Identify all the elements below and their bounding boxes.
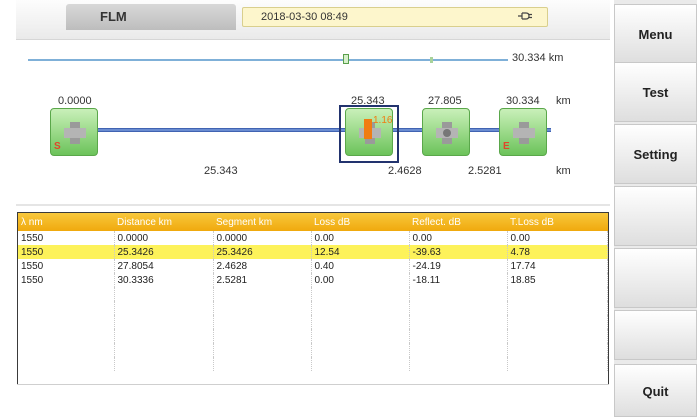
cell-loss: 0.00 xyxy=(311,231,410,245)
cell-segment: 25.3426 xyxy=(213,245,312,259)
column-header-reflect[interactable]: Reflect. dB xyxy=(409,213,507,231)
cell-distance: 30.3336 xyxy=(114,273,214,287)
datetime-display: 2018-03-30 08:49 xyxy=(242,7,548,27)
blank-button-2[interactable] xyxy=(614,248,697,308)
sidebar-menu: Menu Test Setting Quit xyxy=(614,0,697,417)
position-label-end: 30.334 xyxy=(506,95,540,107)
cell-loss: 0.40 xyxy=(311,259,410,273)
connector-event-icon xyxy=(436,122,458,144)
table-row-empty xyxy=(18,301,608,315)
segment-label-1: 25.343 xyxy=(204,165,238,177)
end-event-icon xyxy=(513,122,535,144)
end-letter: E xyxy=(503,141,510,152)
cell-total-loss: 4.78 xyxy=(507,245,608,259)
event-start-marker[interactable]: S xyxy=(50,108,98,156)
link-map-panel[interactable]: 30.334 km 0.0000 25.343 27.805 30.334 km… xyxy=(16,40,610,206)
column-header-wavelength[interactable]: λ nm xyxy=(18,213,114,231)
overview-event-tick xyxy=(430,57,433,63)
table-row[interactable]: 1550 0.0000 0.0000 0.00 0.00 0.00 xyxy=(18,231,608,245)
table-row[interactable]: 1550 30.3336 2.5281 0.00 -18.11 18.85 xyxy=(18,273,608,287)
segment-unit-label: km xyxy=(556,165,571,177)
table-row-empty xyxy=(18,357,608,371)
blank-button-3[interactable] xyxy=(614,310,697,360)
cell-segment: 2.4628 xyxy=(213,259,312,273)
column-header-distance[interactable]: Distance km xyxy=(114,213,213,231)
loss-indicator-bar xyxy=(364,119,372,139)
cell-wavelength: 1550 xyxy=(18,273,115,287)
segment-label-2: 2.4628 xyxy=(388,165,422,177)
total-length-label: 30.334 km xyxy=(512,52,564,64)
cell-reflect: -18.11 xyxy=(409,273,508,287)
cell-total-loss: 18.85 xyxy=(507,273,608,287)
selected-loss-value: 1.16 xyxy=(373,115,393,126)
cell-segment: 0.0000 xyxy=(213,231,312,245)
position-unit-label: km xyxy=(556,95,571,107)
splice-event-icon xyxy=(64,122,86,144)
segment-label-3: 2.5281 xyxy=(468,165,502,177)
event-table[interactable]: λ nm Distance km Segment km Loss dB Refl… xyxy=(17,212,609,384)
cell-distance: 25.3426 xyxy=(114,245,214,259)
cell-wavelength: 1550 xyxy=(18,259,115,273)
overview-scroll-track[interactable] xyxy=(28,59,508,61)
table-row-empty xyxy=(18,287,608,301)
column-header-loss[interactable]: Loss dB xyxy=(311,213,409,231)
position-label-event-2: 27.805 xyxy=(428,95,462,107)
column-header-segment[interactable]: Segment km xyxy=(213,213,311,231)
table-row-empty xyxy=(18,343,608,357)
blank-button-1[interactable] xyxy=(614,186,697,246)
start-letter: S xyxy=(54,141,61,152)
power-plug-icon xyxy=(518,12,532,20)
table-row[interactable]: 1550 27.8054 2.4628 0.40 -24.19 17.74 xyxy=(18,259,608,273)
app-title: FLM xyxy=(66,4,236,30)
cell-reflect: -24.19 xyxy=(409,259,508,273)
cell-wavelength: 1550 xyxy=(18,231,115,245)
test-button[interactable]: Test xyxy=(614,62,697,122)
column-header-total-loss[interactable]: T.Loss dB xyxy=(507,213,608,231)
fiber-link-line xyxy=(61,128,551,132)
cell-total-loss: 17.74 xyxy=(507,259,608,273)
table-row-empty xyxy=(18,329,608,343)
status-bar xyxy=(17,384,609,417)
cell-wavelength: 1550 xyxy=(18,245,115,259)
setting-button[interactable]: Setting xyxy=(614,124,697,184)
cell-total-loss: 0.00 xyxy=(507,231,608,245)
cell-reflect: -39.63 xyxy=(409,245,508,259)
cell-distance: 0.0000 xyxy=(114,231,214,245)
cell-reflect: 0.00 xyxy=(409,231,508,245)
table-row-selected[interactable]: 1550 25.3426 25.3426 12.54 -39.63 4.78 xyxy=(18,245,608,259)
menu-button[interactable]: Menu xyxy=(614,4,697,64)
table-header-row: λ nm Distance km Segment km Loss dB Refl… xyxy=(18,213,608,231)
datetime-text: 2018-03-30 08:49 xyxy=(261,11,348,23)
cell-loss: 0.00 xyxy=(311,273,410,287)
table-row-empty xyxy=(18,315,608,329)
event-end-marker[interactable]: E xyxy=(499,108,547,156)
cell-segment: 2.5281 xyxy=(213,273,312,287)
overview-position-marker[interactable] xyxy=(343,54,349,64)
title-bar: FLM 2018-03-30 08:49 xyxy=(16,0,610,40)
quit-button[interactable]: Quit xyxy=(614,364,697,417)
position-label-start: 0.0000 xyxy=(58,95,92,107)
event-2-marker[interactable] xyxy=(422,108,470,156)
cell-distance: 27.8054 xyxy=(114,259,214,273)
cell-loss: 12.54 xyxy=(311,245,410,259)
